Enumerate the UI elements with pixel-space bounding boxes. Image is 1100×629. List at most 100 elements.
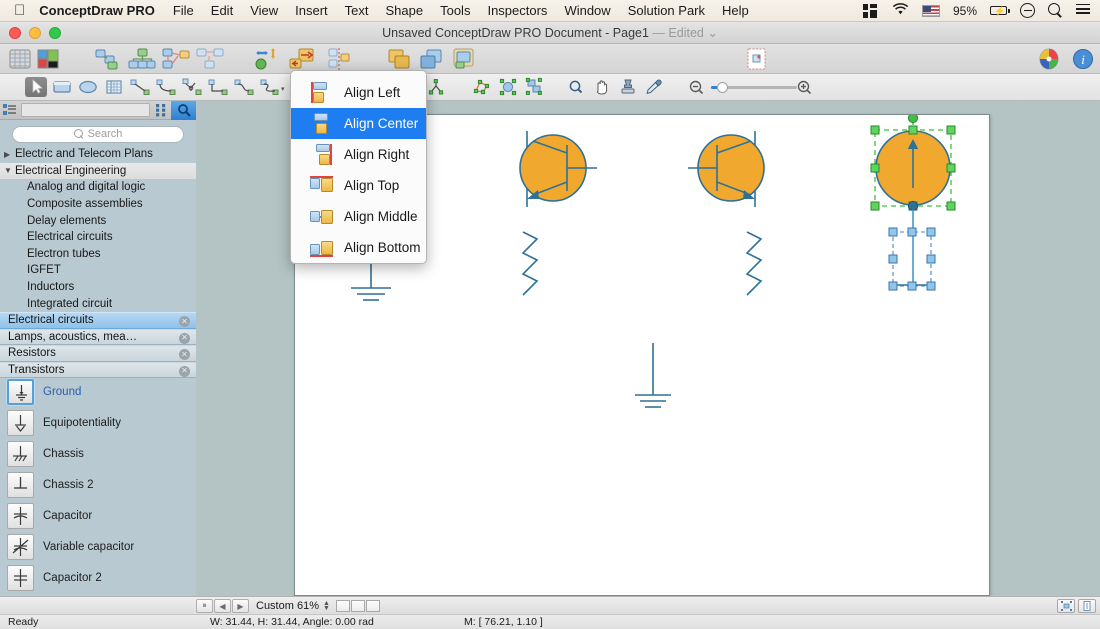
chain-diagram-icon[interactable] <box>94 47 122 71</box>
close-icon[interactable]: ✕ <box>179 316 190 327</box>
close-icon[interactable]: ✕ <box>179 349 190 360</box>
send-backward-icon[interactable] <box>386 47 414 71</box>
close-icon[interactable]: ✕ <box>179 333 190 344</box>
tree-node-electrical-engineering[interactable]: Electrical Engineering <box>0 163 196 180</box>
menu-item-text[interactable]: Text <box>345 3 369 18</box>
flag-icon[interactable] <box>922 5 940 17</box>
colors-icon[interactable] <box>1038 47 1060 71</box>
grid-toggle-icon[interactable] <box>8 47 32 71</box>
search-input[interactable]: Search <box>12 126 184 143</box>
title-chevron-down-icon[interactable]: ⌄ <box>707 26 717 40</box>
arrange-icon[interactable] <box>254 47 282 71</box>
notification-center-icon[interactable] <box>1076 4 1092 18</box>
rectangle-tool-icon[interactable] <box>51 77 73 97</box>
connector-dropdown-icon[interactable]: ▾ <box>281 85 285 93</box>
align-guides-icon[interactable] <box>324 47 354 71</box>
library-tab-lamps-acoustics[interactable]: Lamps, acoustics, mea… ✕ <box>0 329 196 346</box>
wifi-icon[interactable] <box>892 3 909 19</box>
rounded-connector-icon[interactable] <box>259 77 281 97</box>
spotlight-search-icon[interactable] <box>1048 3 1063 18</box>
next-page-button[interactable]: ▶ <box>232 599 249 613</box>
search-icon[interactable] <box>171 101 196 120</box>
flow-diagram-icon[interactable] <box>196 47 224 71</box>
chevron-down-icon[interactable] <box>4 166 15 175</box>
shape-item-ground[interactable]: Ground <box>0 376 196 407</box>
menu-item-solution-park[interactable]: Solution Park <box>628 3 705 18</box>
bring-forward-icon[interactable] <box>418 47 446 71</box>
connection-point-icon[interactable] <box>425 77 447 97</box>
align-context-menu[interactable]: Align Left Align Center Align Right <box>290 70 427 264</box>
smart-connector-icon[interactable] <box>181 77 203 97</box>
tree-node-igfet[interactable]: IGFET <box>0 262 196 279</box>
apple-menu-icon[interactable]:  <box>14 3 25 18</box>
menu-item-align-middle[interactable]: Align Middle <box>291 201 426 232</box>
tree-node-delay-elements[interactable]: Delay elements <box>0 212 196 229</box>
menu-item-tools[interactable]: Tools <box>440 3 470 18</box>
menu-item-align-right[interactable]: Align Right <box>291 139 426 170</box>
shape-item-chassis[interactable]: Chassis <box>0 438 196 469</box>
battery-icon[interactable]: ⚡ <box>990 6 1007 15</box>
menu-item-align-bottom[interactable]: Align Bottom <box>291 232 426 263</box>
menu-item-window[interactable]: Window <box>564 3 610 18</box>
pointer-tool-icon[interactable] <box>25 77 47 97</box>
menu-item-align-center[interactable]: Align Center <box>291 108 426 139</box>
library-list-icon[interactable] <box>0 102 20 119</box>
zoom-slider[interactable] <box>711 86 797 89</box>
library-tab-electrical-circuits[interactable]: Electrical circuits ✕ <box>0 312 196 329</box>
group-icon[interactable] <box>288 47 318 71</box>
tree-diagram-icon[interactable] <box>128 47 156 71</box>
tree-node-integrated-circuit[interactable]: Integrated circuit <box>0 295 196 312</box>
menu-item-shape[interactable]: Shape <box>386 3 424 18</box>
library-path-field[interactable] <box>21 103 150 117</box>
view-mode-3-button[interactable] <box>366 600 380 612</box>
menu-item-file[interactable]: File <box>173 3 194 18</box>
menu-item-help[interactable]: Help <box>722 3 749 18</box>
tree-node-inductors[interactable]: Inductors <box>0 279 196 296</box>
show-inspector-icon[interactable] <box>1078 599 1096 613</box>
tree-node-electrical-circuits[interactable]: Electrical circuits <box>0 229 196 246</box>
grid-icon[interactable] <box>863 4 879 18</box>
curve-connector-icon[interactable] <box>155 77 177 97</box>
page-setup-icon[interactable] <box>744 47 770 71</box>
shape-item-variable-capacitor[interactable]: Variable capacitor <box>0 531 196 562</box>
shape-item-chassis-2[interactable]: Chassis 2 <box>0 469 196 500</box>
view-mode-1-button[interactable] <box>336 600 350 612</box>
group-shapes-icon[interactable] <box>523 77 545 97</box>
tree-node-electric-telecom[interactable]: Electric and Telecom Plans <box>0 146 196 163</box>
ellipse-tool-icon[interactable] <box>77 77 99 97</box>
mindmap-diagram-icon[interactable] <box>162 47 190 71</box>
menu-item-insert[interactable]: Insert <box>295 3 328 18</box>
hand-tool-icon[interactable] <box>591 77 613 97</box>
tree-node-electron-tubes[interactable]: Electron tubes <box>0 246 196 263</box>
zoom-tool-icon[interactable] <box>565 77 587 97</box>
menu-item-edit[interactable]: Edit <box>211 3 233 18</box>
app-name-menu[interactable]: ConceptDraw PRO <box>39 3 155 18</box>
tree-node-composite-assemblies[interactable]: Composite assemblies <box>0 196 196 213</box>
menu-item-view[interactable]: View <box>250 3 278 18</box>
bring-front-icon[interactable] <box>450 47 478 71</box>
elbow-connector-icon[interactable] <box>207 77 229 97</box>
grid-view-icon[interactable] <box>151 102 171 119</box>
edit-points-icon[interactable] <box>471 77 493 97</box>
view-mode-2-button[interactable] <box>351 600 365 612</box>
fit-page-icon[interactable] <box>1057 599 1075 613</box>
library-tab-resistors[interactable]: Resistors ✕ <box>0 345 196 362</box>
chevron-right-icon[interactable] <box>4 150 15 159</box>
shape-item-equipotentiality[interactable]: Equipotentiality <box>0 407 196 438</box>
menu-item-inspectors[interactable]: Inspectors <box>487 3 547 18</box>
pause-button[interactable]: ⏸ <box>196 599 213 613</box>
zoom-slider-handle[interactable] <box>717 82 728 93</box>
zoom-in-icon[interactable] <box>796 79 813 99</box>
eyedropper-tool-icon[interactable] <box>643 77 665 97</box>
tree-node-analog-digital-logic[interactable]: Analog and digital logic <box>0 179 196 196</box>
previous-page-button[interactable]: ◀ <box>214 599 231 613</box>
stepper-icon[interactable]: ▲▼ <box>323 601 330 611</box>
do-not-disturb-icon[interactable] <box>1020 3 1035 18</box>
select-shapes-icon[interactable] <box>497 77 519 97</box>
shape-item-capacitor-2[interactable]: Capacitor 2 <box>0 562 196 593</box>
stamp-tool-icon[interactable] <box>617 77 639 97</box>
info-icon[interactable]: i <box>1072 47 1094 71</box>
menu-item-align-top[interactable]: Align Top <box>291 170 426 201</box>
zoom-level-select[interactable]: Custom 61% ▲▼ <box>256 600 330 612</box>
shape-item-capacitor[interactable]: Capacitor <box>0 500 196 531</box>
